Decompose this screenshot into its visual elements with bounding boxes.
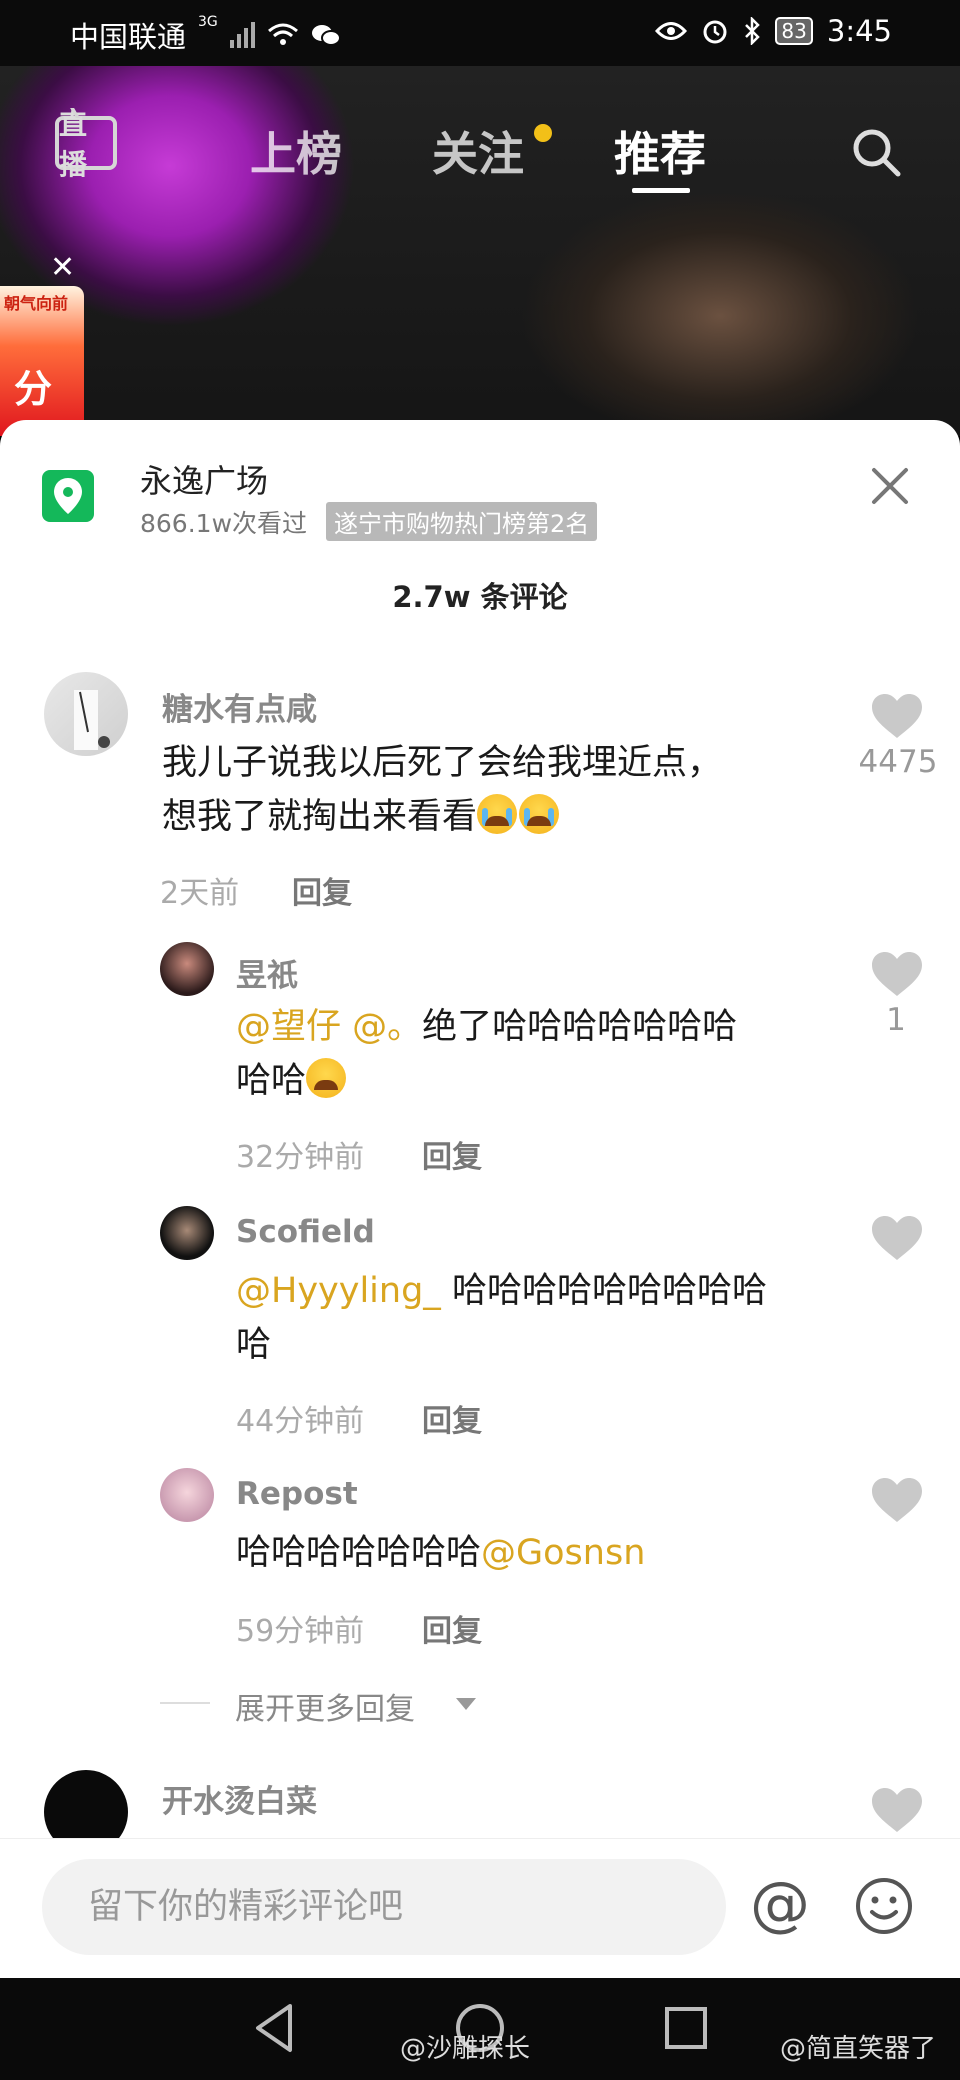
alarm-icon xyxy=(703,20,727,44)
live-button[interactable]: 直播 xyxy=(55,108,117,181)
close-icon[interactable] xyxy=(868,464,912,508)
watermark: @沙雕探长 xyxy=(400,2034,531,2064)
promo-big-char: 分 xyxy=(14,367,53,411)
expand-more-replies[interactable]: 展开更多回复 xyxy=(235,1684,415,1728)
emoji-icon[interactable] xyxy=(855,1877,913,1935)
heart-icon[interactable] xyxy=(872,1216,922,1262)
comment-username[interactable]: Repost xyxy=(236,1476,358,1512)
avatar[interactable] xyxy=(160,1206,214,1260)
active-tab-indicator xyxy=(632,188,690,193)
wechat-icon xyxy=(311,25,341,46)
heart-icon[interactable] xyxy=(872,694,922,740)
watermark: @简直笑器了 xyxy=(780,2034,937,2064)
reply-button[interactable]: 回复 xyxy=(422,1132,482,1176)
expand-divider xyxy=(160,1702,210,1704)
comment-username[interactable]: 糖水有点咸 xyxy=(162,684,317,729)
battery-indicator: 83 xyxy=(775,17,813,45)
top-navigation: 直播 上榜 关注 推荐 xyxy=(0,96,960,196)
system-nav-bar: @沙雕探长 @简直笑器了 xyxy=(0,1978,960,2080)
comment-time: 32分钟前 xyxy=(236,1140,365,1175)
notification-dot xyxy=(534,124,552,142)
status-bar: 中国联通 3G 83 3:45 xyxy=(0,0,960,66)
comment-time: 59分钟前 xyxy=(236,1614,365,1649)
comment-username[interactable]: 开水烫白菜 xyxy=(162,1776,317,1821)
bluetooth-icon xyxy=(745,17,761,45)
eye-icon xyxy=(655,22,688,40)
comment-count: 2.7w 条评论 xyxy=(392,580,568,614)
comment-text-line2: 哈 xyxy=(236,1325,272,1365)
comment-input-bar: 留下你的精彩评论吧 @ xyxy=(0,1838,960,1978)
location-pin-icon xyxy=(42,470,94,522)
location-rank-badge[interactable]: 遂宁市购物热门榜第2名 xyxy=(326,502,598,541)
like-count: 4475 xyxy=(858,744,938,780)
like-count: 1 xyxy=(886,1002,906,1038)
comment-text: @Hyyyling_ 哈哈哈哈哈哈哈哈哈 哈 xyxy=(236,1264,767,1372)
avatar[interactable] xyxy=(44,1770,128,1840)
crying-emoji-icon xyxy=(477,794,518,834)
back-icon[interactable] xyxy=(252,2002,296,2054)
signal-icon xyxy=(229,22,255,48)
laughing-tears-emoji-icon xyxy=(306,1058,347,1098)
comment-text-line2: 哈哈 xyxy=(236,1061,307,1101)
video-background[interactable]: 直播 上榜 关注 推荐 ✕ 朝气向前 分 xyxy=(0,66,960,436)
network-type: 3G xyxy=(198,14,218,30)
clock: 3:45 xyxy=(826,14,892,48)
reply-button[interactable]: 回复 xyxy=(422,1396,482,1440)
recents-icon[interactable] xyxy=(664,2006,708,2050)
location-views: 866.1w次看过 xyxy=(140,509,308,538)
comment-text-line1: 我儿子说我以后死了会给我埋近点， xyxy=(162,743,723,783)
heart-icon[interactable] xyxy=(872,952,922,998)
heart-icon[interactable] xyxy=(872,1478,922,1524)
tab-following[interactable]: 关注 xyxy=(432,118,524,184)
mention-link[interactable]: @望仔 @。 xyxy=(236,1007,422,1047)
crying-emoji-icon xyxy=(519,794,560,834)
comment-username[interactable]: Scofield xyxy=(236,1214,375,1250)
carrier-label: 中国联通 xyxy=(70,20,187,54)
close-ad-icon[interactable]: ✕ xyxy=(50,250,75,285)
comment-text-line1: 哈哈哈哈哈哈哈 xyxy=(236,1533,482,1573)
comment-username[interactable]: 昱祇 xyxy=(236,950,298,995)
mention-link[interactable]: @Gosnsn xyxy=(481,1533,645,1573)
comment-text-line2: 想我了就掏出来看看 xyxy=(162,797,478,837)
avatar[interactable] xyxy=(44,672,128,756)
wifi-icon xyxy=(267,23,298,45)
tab-ranking[interactable]: 上榜 xyxy=(250,118,342,184)
search-icon[interactable] xyxy=(850,126,902,178)
comment-time: 2天前 xyxy=(160,876,240,911)
comment-text: 哈哈哈哈哈哈哈@Gosnsn xyxy=(236,1526,645,1580)
mention-at-icon[interactable]: @ xyxy=(750,1869,810,1939)
location-name[interactable]: 永逸广场 xyxy=(140,456,268,502)
promo-tag: 朝气向前 xyxy=(4,294,69,313)
comment-text-line1: 哈哈哈哈哈哈哈哈哈 xyxy=(440,1271,767,1311)
comment-text: 我儿子说我以后死了会给我埋近点， 想我了就掏出来看看 xyxy=(162,736,722,844)
promo-badge[interactable]: 朝气向前 分 xyxy=(0,286,84,436)
comments-sheet: 永逸广场 866.1w次看过 遂宁市购物热门榜第2名 2.7w 条评论 糖水有点… xyxy=(0,420,960,1840)
avatar[interactable] xyxy=(160,1468,214,1522)
avatar[interactable] xyxy=(160,942,214,996)
chevron-down-icon[interactable] xyxy=(456,1698,476,1710)
comment-text: @望仔 @。绝了哈哈哈哈哈哈哈 哈哈 xyxy=(236,1000,737,1108)
reply-button[interactable]: 回复 xyxy=(292,868,352,912)
comment-time: 44分钟前 xyxy=(236,1404,365,1439)
comment-text-line1: 绝了哈哈哈哈哈哈哈 xyxy=(422,1007,738,1047)
heart-icon[interactable] xyxy=(872,1788,922,1834)
comment-input[interactable]: 留下你的精彩评论吧 xyxy=(42,1859,726,1955)
reply-button[interactable]: 回复 xyxy=(422,1606,482,1650)
mention-link[interactable]: @Hyyyling_ xyxy=(236,1271,441,1311)
tab-recommended[interactable]: 推荐 xyxy=(614,118,706,184)
